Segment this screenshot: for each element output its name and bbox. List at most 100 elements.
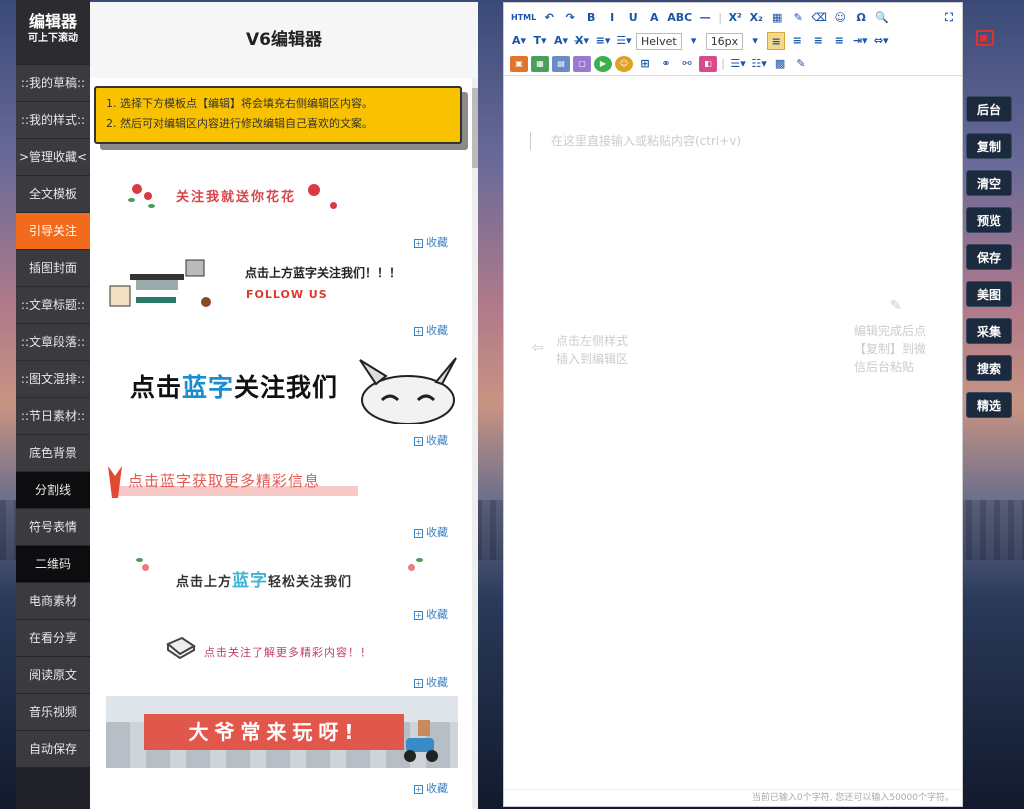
action-button-7[interactable]: 搜索 [966,355,1012,381]
chevron-down-icon[interactable]: ▾ [746,32,764,50]
emoji-icon[interactable]: ☺ [615,56,633,72]
emoji-icon[interactable]: ☺ [831,9,849,27]
action-button-1[interactable]: 复制 [966,133,1012,159]
video-icon[interactable]: ▶ [594,56,612,72]
left-nav: 编辑器 可上下滚动 ::我的草稿::::我的样式:: >管理收藏< 全文模板 引导关注… [16,0,90,809]
undo-icon[interactable]: ↶ [540,9,558,27]
align-right-icon[interactable]: ≡ [809,32,827,50]
indent-icon[interactable]: ⇥▾ [851,32,869,50]
bold-icon[interactable]: B [582,9,600,27]
nav-item-17[interactable]: 音乐视频 [16,694,90,730]
link-icon[interactable]: ⚭ [657,55,675,73]
nav-item-6[interactable]: ::文章标题:: [16,287,90,323]
horizontal-rule-icon[interactable]: — [696,9,714,27]
template-easy-follow[interactable]: 点击上方蓝字轻松关注我们 + 收藏 [90,558,470,628]
arrow-left-icon: ⇦ [532,340,544,356]
nav-item-10[interactable]: 底色背景 [16,435,90,471]
gallery-icon[interactable]: ▦ [531,56,549,72]
ordered-list-icon[interactable]: ☰▾ [729,55,747,73]
leaf-icon [148,204,155,208]
fullscreen-icon[interactable] [976,30,994,46]
nav-item-3[interactable]: 全文模板 [16,176,90,212]
line-height-icon[interactable]: ≡▾ [594,32,612,50]
collect-label: 收藏 [426,676,448,689]
action-button-2[interactable]: 清空 [966,170,1012,196]
nav-item-8[interactable]: ::图文混排:: [16,361,90,397]
italic-icon[interactable]: I [603,9,621,27]
template-banner-come-play[interactable]: 大爷常来玩呀! + 收藏 [90,696,470,796]
action-button-6[interactable]: 采集 [966,318,1012,344]
highlight-icon[interactable]: A▾ [552,32,570,50]
editor-content-area[interactable]: 在这里直接输入或粘贴内容(ctrl+v) ⇦ 点击左侧样式 插入到编辑区 ✎ 编… [504,76,962,791]
scroll-thumb[interactable] [472,88,478,168]
clear-icon[interactable]: ⌫ [810,9,828,27]
nav-item-1[interactable]: ::我的样式:: [16,102,90,138]
action-button-4[interactable]: 保存 [966,244,1012,270]
collect-button[interactable]: + 收藏 [414,432,448,448]
font-family-select[interactable]: Helvet [636,32,682,50]
collect-button[interactable]: + 收藏 [414,674,448,690]
unordered-list-icon[interactable]: ☷▾ [750,55,768,73]
redo-icon[interactable]: ↷ [561,9,579,27]
frame-icon[interactable]: ▢ [573,56,591,72]
strikethrough-icon[interactable]: ABC [666,9,693,27]
picture-icon[interactable]: ▤ [552,56,570,72]
eraser-icon[interactable]: ✎ [789,9,807,27]
action-button-3[interactable]: 预览 [966,207,1012,233]
collect-button[interactable]: + 收藏 [414,606,448,622]
image-icon[interactable]: ▣ [510,56,528,72]
nav-item-0[interactable]: ::我的草稿:: [16,65,90,101]
fullscreen-toggle-icon[interactable]: ⛶ [940,9,958,27]
align-left-icon[interactable]: ≡ [767,32,786,50]
nav-item-14[interactable]: 电商素材 [16,583,90,619]
paragraph-spacing-icon[interactable]: ☰▾ [615,32,633,50]
color-palette-icon[interactable]: ◧ [699,56,717,72]
nav-item-12[interactable]: 符号表情 [16,509,90,545]
underline-icon[interactable]: U [624,9,642,27]
nav-item-16[interactable]: 阅读原文 [16,657,90,693]
collect-button[interactable]: + 收藏 [414,524,448,540]
nav-item-5[interactable]: 插图封面 [16,250,90,286]
action-button-5[interactable]: 美图 [966,281,1012,307]
template-scrollbar[interactable] [472,78,478,809]
collect-button[interactable]: + 收藏 [414,780,448,796]
save-icon[interactable]: ▩ [771,55,789,73]
template-more-info[interactable]: 点击蓝字获取更多精彩信息 + 收藏 [90,460,470,540]
pattern-icon[interactable]: ▦ [768,9,786,27]
template-follow-flowers[interactable]: 关注我就送你花花 + 收藏 [90,172,470,252]
align-justify-icon[interactable]: ≡ [830,32,848,50]
align-center-icon[interactable]: ≡ [788,32,806,50]
subscript-icon[interactable]: X₂ [747,9,765,27]
html-source-icon[interactable]: HTML [510,9,537,27]
letter-spacing-icon[interactable]: ⇔▾ [872,32,890,50]
collect-button[interactable]: + 收藏 [414,234,448,250]
format-painter-icon[interactable]: ✎ [792,55,810,73]
unlink-icon[interactable]: ⚯ [678,55,696,73]
nav-item-15[interactable]: 在看分享 [16,620,90,656]
font-size-select[interactable]: 16px [705,32,744,50]
table-icon[interactable]: ⊞ [636,55,654,73]
superscript-icon[interactable]: X² [726,9,744,27]
action-button-0[interactable]: 后台 [966,96,1012,122]
collect-button[interactable]: + 收藏 [414,322,448,338]
template-follow-bunny[interactable]: 点击蓝字关注我们 + 收藏 [90,344,470,448]
action-button-8[interactable]: 精选 [966,392,1012,418]
nav-item-11[interactable]: 分割线 [16,472,90,508]
nav-item-18[interactable]: 自动保存 [16,731,90,767]
search-icon[interactable]: 🔍 [873,9,891,27]
nav-item-7[interactable]: ::文章段落:: [16,324,90,360]
collect-label: 收藏 [426,526,448,539]
font-color-icon[interactable]: A▾ [510,32,528,50]
special-char-icon[interactable]: Ω [852,9,870,27]
nav-item-2[interactable]: >管理收藏< [16,139,90,175]
nav-item-9[interactable]: ::节日素材:: [16,398,90,434]
text-border-icon[interactable]: A [645,9,663,27]
nav-item-4[interactable]: 引导关注 [16,213,90,249]
nav-item-13[interactable]: 二维码 [16,546,90,582]
chevron-down-icon[interactable]: ▾ [685,32,703,50]
clear-format-icon[interactable]: X̶▾ [573,32,591,50]
template-follow-us[interactable]: 点击上方蓝字关注我们！！！ FOLLOW US + 收藏 [90,252,470,338]
template-text: 点击蓝字关注我们 [130,368,338,404]
template-learn-more[interactable]: 点击关注了解更多精彩内容！！ + 收藏 [90,630,470,690]
text-background-icon[interactable]: T▾ [531,32,549,50]
